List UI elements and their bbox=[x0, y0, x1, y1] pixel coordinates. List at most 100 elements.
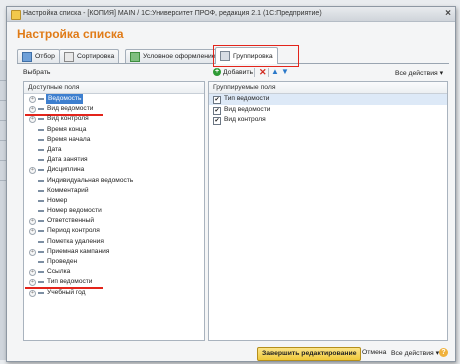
field-label: Приемная кампания bbox=[47, 247, 110, 255]
all-actions-menu-bottom[interactable]: Все действия ▾ bbox=[391, 349, 439, 357]
field-icon bbox=[38, 291, 44, 294]
field-item[interactable]: Комментарий bbox=[24, 186, 204, 196]
field-icon bbox=[38, 210, 44, 213]
field-icon bbox=[38, 261, 44, 263]
toolbar-separator bbox=[268, 68, 269, 77]
grouped-field-row[interactable]: ✔ Вид контроля bbox=[209, 115, 447, 126]
field-item[interactable]: + Учебный год bbox=[24, 288, 204, 298]
highlight-frame bbox=[213, 45, 299, 67]
field-label: Проведен bbox=[47, 258, 78, 265]
window-title: Настройка списка - [КОПИЯ] MAIN / 1С:Уни… bbox=[23, 10, 322, 17]
delete-icon[interactable]: ✕ bbox=[259, 67, 267, 78]
tab-conditional-format[interactable]: Условное оформление bbox=[125, 49, 221, 63]
field-icon bbox=[38, 98, 44, 100]
field-label: Ссылка bbox=[47, 268, 71, 276]
grouped-field-row[interactable]: ✔ Вид ведомости bbox=[209, 105, 447, 116]
field-item[interactable]: + Тип ведомости bbox=[24, 277, 204, 290]
checkbox[interactable]: ✔ bbox=[213, 106, 221, 115]
field-item[interactable]: Номер ведомости bbox=[24, 206, 204, 216]
field-icon bbox=[38, 108, 44, 111]
toolbar-separator bbox=[254, 68, 255, 77]
page-title: Настройка списка bbox=[17, 27, 124, 41]
field-item[interactable]: + Дисциплина bbox=[24, 165, 204, 175]
field-icon bbox=[38, 118, 44, 121]
field-label: Учебный год bbox=[47, 288, 86, 296]
field-label: Тип ведомости bbox=[47, 278, 93, 286]
field-item[interactable]: + Период контроля bbox=[24, 226, 204, 236]
field-icon bbox=[38, 148, 44, 151]
field-label: Время начала bbox=[47, 135, 91, 143]
field-item[interactable]: Пометка удаления bbox=[24, 237, 204, 247]
field-item[interactable]: Индивидуальная ведомость bbox=[24, 176, 204, 186]
tab-conditional-format-label: Условное оформление bbox=[143, 53, 216, 60]
field-item[interactable]: + Вид ведомости bbox=[24, 104, 204, 117]
field-label: Ответственный bbox=[47, 217, 95, 225]
expand-icon[interactable]: + bbox=[29, 269, 36, 277]
field-item[interactable]: Номер bbox=[24, 196, 204, 206]
field-label: Время конца bbox=[47, 125, 87, 133]
field-item[interactable]: + Приемная кампания bbox=[24, 247, 204, 257]
field-item[interactable]: + Ответственный bbox=[24, 216, 204, 226]
move-down-icon[interactable]: ▼ bbox=[281, 67, 289, 76]
field-icon bbox=[38, 230, 44, 233]
field-item[interactable]: Время начала bbox=[24, 135, 204, 145]
move-up-icon[interactable]: ▲ bbox=[271, 67, 279, 76]
finish-editing-button[interactable]: Завершить редактирование bbox=[257, 347, 362, 361]
field-label: Номер bbox=[47, 196, 68, 204]
grouped-field-label: Вид ведомости bbox=[224, 105, 271, 113]
field-item[interactable]: Проведен bbox=[24, 257, 204, 267]
add-button-label: Добавить bbox=[223, 68, 254, 76]
app-icon bbox=[11, 10, 21, 20]
field-label: Комментарий bbox=[47, 186, 89, 194]
expand-icon[interactable]: + bbox=[29, 106, 36, 114]
title-bar[interactable]: Настройка списка - [КОПИЯ] MAIN / 1С:Уни… bbox=[7, 7, 455, 22]
expand-icon[interactable]: + bbox=[29, 279, 36, 287]
expand-icon[interactable]: + bbox=[29, 116, 36, 124]
field-icon bbox=[38, 240, 44, 243]
field-item[interactable]: Дата занятия bbox=[24, 155, 204, 165]
field-label: Ведомость bbox=[46, 94, 84, 104]
grouped-field-label: Тип ведомости bbox=[224, 95, 270, 102]
expand-icon[interactable]: + bbox=[29, 218, 36, 226]
field-item[interactable]: + Вид контроля bbox=[24, 114, 204, 124]
expand-icon[interactable]: + bbox=[29, 289, 36, 297]
field-label: Индивидуальная ведомость bbox=[47, 176, 134, 184]
tab-filter-label: Отбор bbox=[35, 53, 55, 60]
field-label: Период контроля bbox=[47, 227, 100, 235]
field-item[interactable]: + Ведомость bbox=[24, 94, 204, 104]
tab-sort[interactable]: Сортировка bbox=[59, 49, 120, 63]
close-button[interactable]: × bbox=[445, 8, 451, 19]
expand-icon[interactable]: + bbox=[29, 167, 36, 175]
field-icon bbox=[38, 220, 44, 223]
field-icon bbox=[38, 179, 44, 182]
grouped-field-row[interactable]: ✔ Тип ведомости bbox=[209, 94, 447, 105]
plus-icon: + bbox=[213, 68, 221, 76]
checkbox[interactable]: ✔ bbox=[213, 96, 221, 104]
field-item[interactable]: Дата bbox=[24, 145, 204, 155]
tab-filter[interactable]: Отбор bbox=[17, 49, 60, 63]
field-icon bbox=[38, 189, 44, 192]
field-icon bbox=[38, 138, 44, 141]
grouped-fields-header: Группируемые поля bbox=[209, 82, 447, 94]
field-icon bbox=[38, 159, 44, 162]
list-settings-dialog: Настройка списка - [КОПИЯ] MAIN / 1С:Уни… bbox=[6, 6, 456, 362]
field-label: Дата занятия bbox=[47, 156, 88, 164]
field-icon bbox=[38, 128, 44, 131]
expand-icon[interactable]: + bbox=[29, 228, 36, 236]
all-actions-menu[interactable]: Все действия ▾ bbox=[395, 69, 443, 77]
add-button[interactable]: + Добавить bbox=[213, 68, 253, 76]
field-item[interactable]: + Ссылка bbox=[24, 267, 204, 277]
expand-icon[interactable]: + bbox=[29, 96, 36, 103]
tab-sort-label: Сортировка bbox=[77, 53, 115, 60]
available-fields-header: Доступные поля bbox=[24, 82, 204, 94]
expand-icon[interactable]: + bbox=[29, 248, 36, 256]
checkbox[interactable]: ✔ bbox=[213, 117, 221, 125]
sort-icon bbox=[64, 51, 74, 62]
field-icon bbox=[38, 250, 44, 253]
cancel-button[interactable]: Отмена bbox=[362, 349, 386, 356]
available-fields-panel: Доступные поля + Ведомость + Вид ведомос… bbox=[23, 81, 205, 341]
grouped-fields-panel: Группируемые поля ✔ Тип ведомости ✔ Вид … bbox=[208, 81, 448, 341]
help-icon[interactable]: ? bbox=[439, 348, 448, 357]
field-icon bbox=[38, 199, 44, 202]
field-item[interactable]: Время конца bbox=[24, 125, 204, 135]
